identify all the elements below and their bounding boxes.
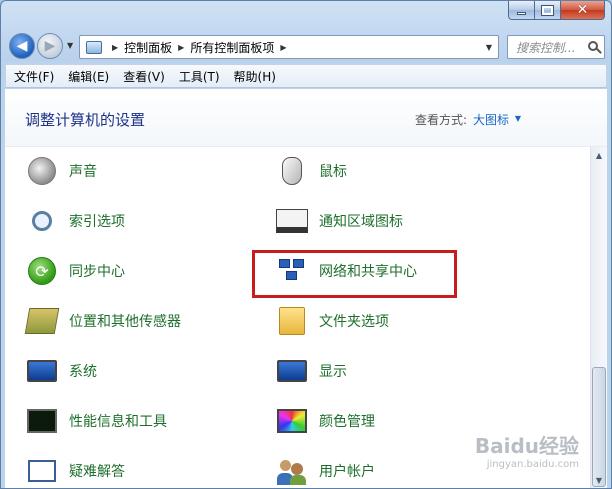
item-label[interactable]: 同步中心 xyxy=(69,261,125,281)
item-sound[interactable]: 声音 xyxy=(25,151,97,191)
item-label[interactable]: 索引选项 xyxy=(69,211,125,231)
notification-tray-icon xyxy=(275,204,309,238)
chevron-down-icon[interactable]: ▼ xyxy=(515,114,521,123)
view-by-dropdown[interactable]: 大图标 xyxy=(473,111,509,128)
scroll-down-icon[interactable]: ▼ xyxy=(591,472,607,488)
item-label[interactable]: 用户帐户 xyxy=(319,461,375,481)
item-label[interactable]: 显示 xyxy=(319,361,347,381)
location-map-icon xyxy=(24,304,60,338)
speaker-icon xyxy=(25,154,59,188)
address-bar[interactable]: ▶ 控制面板 ▶ 所有控制面板项 ▶ ▼ xyxy=(79,35,499,59)
display-monitor-icon xyxy=(275,354,309,388)
control-panel-window: ✕ ◀ ▶ ▼ ▶ 控制面板 ▶ 所有控制面板项 ▶ ▼ ↻ 搜索控制... 文… xyxy=(0,0,612,489)
navigation-row: ◀ ▶ ▼ ▶ 控制面板 ▶ 所有控制面板项 ▶ ▼ ↻ 搜索控制... xyxy=(9,31,605,61)
back-arrow-icon: ◀ xyxy=(16,38,28,54)
mouse-icon xyxy=(275,154,309,188)
watermark-sub: jingyan.baidu.com xyxy=(486,459,579,470)
watermark-main: Baidu经验 xyxy=(474,434,579,458)
item-sync-center[interactable]: ⟳ 同步中心 xyxy=(25,251,125,291)
item-label[interactable]: 鼠标 xyxy=(319,161,347,181)
item-performance-tools[interactable]: 性能信息和工具 xyxy=(25,401,167,441)
page-title: 调整计算机的设置 xyxy=(25,111,146,129)
folder-icon xyxy=(275,304,309,338)
menu-view[interactable]: 查看(V) xyxy=(123,68,165,85)
item-label[interactable]: 通知区域图标 xyxy=(319,211,403,231)
scroll-up-icon[interactable]: ▲ xyxy=(591,147,607,163)
content-header: 调整计算机的设置 查看方式: 大图标 ▼ xyxy=(5,89,607,147)
maximize-button[interactable] xyxy=(535,1,561,20)
search-input[interactable]: 搜索控制... xyxy=(507,35,605,59)
item-label[interactable]: 位置和其他传感器 xyxy=(69,311,181,331)
users-icon xyxy=(275,454,309,488)
minimize-button[interactable] xyxy=(508,1,535,20)
color-management-icon xyxy=(275,404,309,438)
item-mouse[interactable]: 鼠标 xyxy=(275,151,347,191)
sync-icon: ⟳ xyxy=(25,254,59,288)
view-by-label: 查看方式: xyxy=(414,113,467,127)
system-monitor-icon xyxy=(25,354,59,388)
recent-pages-dropdown[interactable]: ▼ xyxy=(67,41,73,50)
minimize-icon xyxy=(517,11,526,15)
breadcrumb-control-panel[interactable]: 控制面板 xyxy=(124,39,172,56)
vertical-scrollbar[interactable]: ▲ ▼ xyxy=(590,147,607,488)
breadcrumb-separator-icon[interactable]: ▶ xyxy=(112,43,118,52)
item-folder-options[interactable]: 文件夹选项 xyxy=(275,301,389,341)
menu-tools[interactable]: 工具(T) xyxy=(179,68,220,85)
maximize-icon xyxy=(541,4,554,16)
forward-arrow-icon: ▶ xyxy=(44,38,56,54)
control-panel-icon xyxy=(86,40,102,54)
performance-graph-icon xyxy=(25,404,59,438)
item-label[interactable]: 疑难解答 xyxy=(69,461,125,481)
item-label[interactable]: 文件夹选项 xyxy=(319,311,389,331)
item-notification-icons[interactable]: 通知区域图标 xyxy=(275,201,403,241)
item-label[interactable]: 系统 xyxy=(69,361,97,381)
item-label[interactable]: 颜色管理 xyxy=(319,411,375,431)
menu-help[interactable]: 帮助(H) xyxy=(234,68,276,85)
search-placeholder: 搜索控制... xyxy=(516,40,576,55)
item-location-sensors[interactable]: 位置和其他传感器 xyxy=(24,301,181,341)
baidu-watermark: Baidu经验 jingyan.baidu.com xyxy=(475,430,579,470)
item-display[interactable]: 显示 xyxy=(275,351,347,391)
back-button[interactable]: ◀ xyxy=(9,33,35,59)
scroll-thumb[interactable] xyxy=(592,367,606,487)
item-label[interactable]: 声音 xyxy=(69,161,97,181)
menu-bar: 文件(F) 编辑(E) 查看(V) 工具(T) 帮助(H) xyxy=(5,64,607,88)
item-indexing-options[interactable]: 索引选项 xyxy=(25,201,125,241)
item-color-management[interactable]: 颜色管理 xyxy=(275,401,375,441)
address-dropdown-icon[interactable]: ▼ xyxy=(480,36,498,58)
troubleshoot-icon xyxy=(25,454,59,488)
menu-file[interactable]: 文件(F) xyxy=(14,68,54,85)
item-label[interactable]: 性能信息和工具 xyxy=(69,411,167,431)
highlight-box xyxy=(252,250,457,298)
breadcrumb-all-items[interactable]: 所有控制面板项 xyxy=(190,39,274,56)
close-button[interactable]: ✕ xyxy=(561,1,605,20)
forward-button[interactable]: ▶ xyxy=(37,33,63,59)
menu-edit[interactable]: 编辑(E) xyxy=(68,68,109,85)
breadcrumb-separator-icon[interactable]: ▶ xyxy=(178,43,184,52)
breadcrumb-separator-icon[interactable]: ▶ xyxy=(280,43,286,52)
item-user-accounts[interactable]: 用户帐户 xyxy=(275,451,375,488)
close-icon: ✕ xyxy=(576,2,589,18)
item-system[interactable]: 系统 xyxy=(25,351,97,391)
caption-buttons: ✕ xyxy=(508,1,605,20)
item-troubleshooting[interactable]: 疑难解答 xyxy=(25,451,125,488)
magnifier-icon xyxy=(25,204,59,238)
search-icon[interactable] xyxy=(588,41,598,51)
